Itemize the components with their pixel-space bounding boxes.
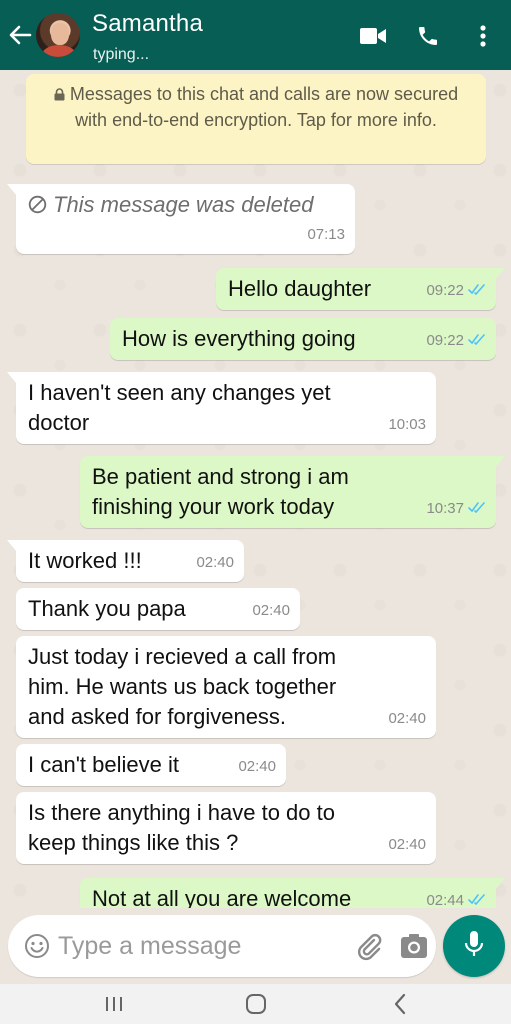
avatar-face: [51, 23, 69, 45]
message-bubble-incoming[interactable]: This message was deleted 07:13: [7, 184, 355, 254]
message-bubble-incoming[interactable]: I can't believe it 02:40: [16, 744, 286, 786]
message-meta: 10:03: [388, 410, 426, 440]
nav-back-icon[interactable]: [388, 992, 412, 1016]
message-input[interactable]: [58, 928, 338, 964]
message-text: Not at all you are welcome: [92, 886, 352, 908]
lock-icon: [54, 83, 65, 108]
time-label: 10:37: [426, 500, 464, 517]
message-line: doctor: [28, 410, 90, 435]
time-label: 02:40: [388, 836, 426, 853]
message-text: This message was deleted: [53, 192, 314, 217]
deleted-message-text: This message was deleted: [28, 190, 343, 222]
message-bubble-incoming[interactable]: It worked !!! 02:40: [7, 540, 244, 582]
contact-status: typing...: [93, 46, 150, 63]
back-arrow-icon[interactable]: [6, 22, 34, 48]
system-nav-bar: [0, 984, 511, 1024]
message-line: Be patient and strong i am: [92, 464, 349, 489]
message-meta: 09:22: [426, 276, 486, 306]
message-line: him. He wants us back together: [28, 674, 337, 699]
message-bubble-outgoing[interactable]: How is everything going 09:22: [110, 318, 496, 360]
message-bubble-outgoing[interactable]: Hello daughter 09:22: [216, 268, 505, 310]
time-label: 02:44: [426, 892, 464, 908]
video-call-icon[interactable]: [358, 22, 388, 50]
encryption-notice[interactable]: Messages to this chat and calls are now …: [26, 74, 486, 164]
time-label: 02:40: [196, 554, 234, 571]
time-label: 02:40: [388, 710, 426, 727]
message-bubble-outgoing[interactable]: Be patient and strong i am finishing you…: [80, 456, 505, 528]
more-options-icon[interactable]: [472, 22, 494, 50]
mic-button[interactable]: [443, 915, 505, 977]
message-meta: 02:40: [238, 752, 276, 782]
message-composer: [8, 915, 436, 977]
message-line: and asked for forgiveness.: [28, 704, 287, 729]
time-label: 07:13: [307, 226, 345, 243]
time-label: 09:22: [426, 282, 464, 299]
message-line: keep things like this ?: [28, 830, 239, 855]
message-line: Is there anything i have to do to: [28, 800, 335, 825]
message-meta: 09:22: [426, 326, 486, 356]
read-ticks-icon: [468, 276, 486, 306]
message-meta: 02:40: [388, 830, 426, 860]
contact-name[interactable]: Samantha: [92, 10, 203, 38]
message-bubble-incoming[interactable]: I haven't seen any changes yet doctor 10…: [7, 372, 436, 444]
time-label: 10:03: [388, 416, 426, 433]
mic-icon: [464, 930, 484, 963]
time-label: 02:40: [238, 758, 276, 775]
message-bubble-outgoing[interactable]: Not at all you are welcome 02:44: [80, 878, 505, 908]
message-meta: 02:44: [426, 886, 486, 908]
message-bubble-incoming[interactable]: Just today i recieved a call from him. H…: [16, 636, 436, 738]
message-bubble-incoming[interactable]: Is there anything i have to do to keep t…: [16, 792, 436, 864]
read-ticks-icon: [468, 886, 486, 908]
avatar[interactable]: [36, 13, 80, 57]
message-time: 07:13: [307, 220, 345, 250]
message-line: Just today i recieved a call from: [28, 644, 337, 669]
message-meta: 02:40: [388, 704, 426, 734]
read-ticks-icon: [468, 326, 486, 356]
voice-call-icon[interactable]: [414, 22, 442, 50]
message-meta: 02:40: [252, 596, 290, 626]
recent-apps-icon[interactable]: [100, 992, 128, 1016]
message-line: I haven't seen any changes yet: [28, 380, 331, 405]
message-line: finishing your work today: [92, 494, 335, 519]
message-bubble-incoming[interactable]: Thank you papa 02:40: [16, 588, 300, 630]
time-label: 09:22: [426, 332, 464, 349]
chat-header: Samantha typing...: [0, 0, 511, 70]
message-text: I can't believe it: [28, 752, 179, 777]
avatar-shoulder: [42, 45, 76, 57]
read-ticks-icon: [468, 494, 486, 524]
message-meta: 02:40: [196, 548, 234, 578]
attach-icon[interactable]: [354, 931, 384, 961]
chat-area[interactable]: Messages to this chat and calls are now …: [0, 70, 511, 908]
home-icon[interactable]: [243, 992, 269, 1016]
encryption-notice-text: Messages to this chat and calls are now …: [69, 84, 459, 130]
camera-icon[interactable]: [400, 933, 430, 961]
emoji-icon[interactable]: [24, 933, 50, 959]
time-label: 02:40: [252, 602, 290, 619]
deleted-icon: [28, 192, 47, 222]
message-meta: 10:37: [426, 494, 486, 524]
message-text: Thank you papa: [28, 596, 186, 621]
